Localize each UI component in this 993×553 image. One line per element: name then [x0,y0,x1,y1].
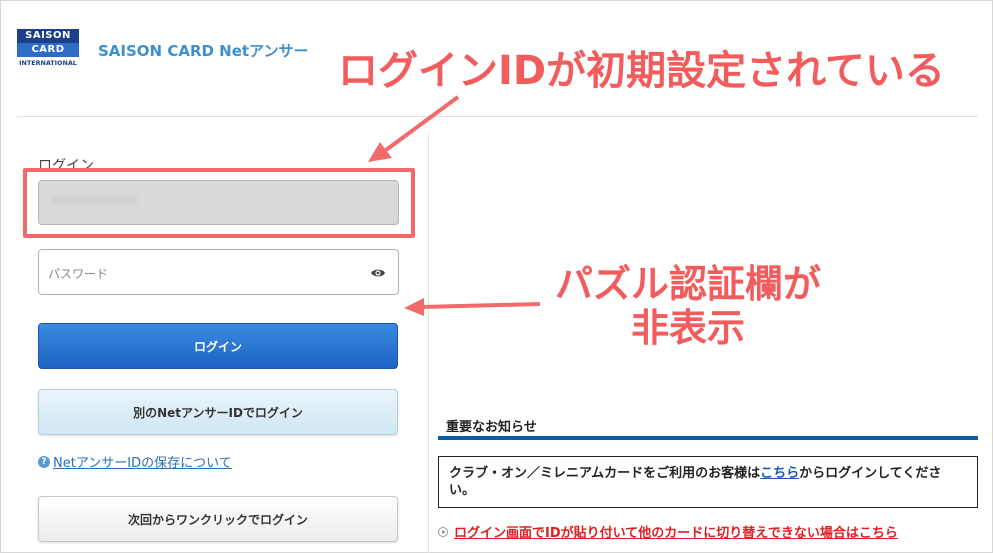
brand-title[interactable]: SAISON CARD Netアンサー [98,40,308,61]
notice-box: クラブ・オン／ミレニアムカードをご利用のお客様はこちらからログインしてください。 [438,456,978,508]
circle-arrow-icon [438,526,448,537]
id-save-help-link[interactable]: ? NetアンサーIDの保存について [38,452,232,471]
logo-top-text: SAISON [17,29,79,43]
logo-mid-text: CARD [17,43,79,57]
password-field[interactable]: パスワード [38,249,399,295]
eye-icon[interactable] [370,265,386,281]
notice-title: 重要なお知らせ [446,420,537,435]
annotation-id-preset: ログインIDが初期設定されている [338,48,945,94]
logo-bottom-text: INTERNATIONAL [19,59,77,67]
notice-box-text-before: クラブ・オン／ミレニアムカードをご利用のお客様は [449,466,761,481]
help-link-text: NetアンサーIDの保存について [53,456,232,471]
login-button[interactable]: ログイン [38,323,398,369]
notice-title-bar [438,436,978,440]
annotation-puzzle-line2: 非表示 [631,306,746,350]
other-id-login-button[interactable]: 別のNetアンサーIDでログイン [38,389,398,435]
notice-box-link[interactable]: こちら [760,466,799,481]
password-placeholder: パスワード [48,267,109,281]
annotation-puzzle-hidden: パズル認証欄が 非表示 [555,262,821,350]
id-stuck-help-link[interactable]: ログイン画面でIDが貼り付いて他のカードに切り替えできない場合はこちら [438,522,898,541]
annotation-puzzle-line1: パズル認証欄が [555,262,822,306]
question-circle-icon: ? [38,455,50,468]
id-stuck-link-text: ログイン画面でIDが貼り付いて他のカードに切り替えできない場合はこちら [454,526,898,541]
id-highlight-box [23,168,415,238]
oneclick-login-button[interactable]: 次回からワンクリックでログイン [38,496,398,542]
column-divider [428,133,429,553]
saison-card-logo[interactable]: SAISON CARD INTERNATIONAL [17,29,79,71]
header-divider [17,116,978,117]
